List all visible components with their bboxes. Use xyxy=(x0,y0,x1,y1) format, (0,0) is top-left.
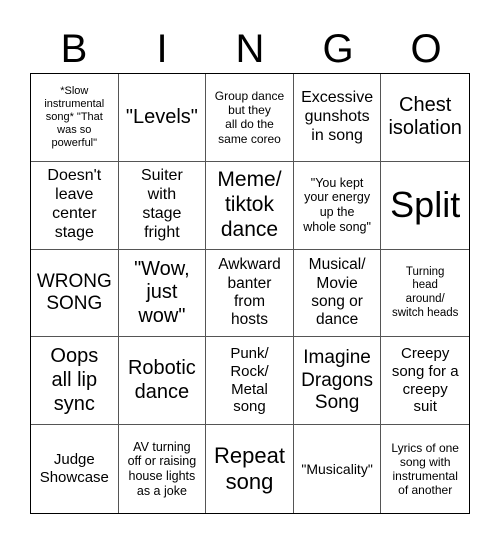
bingo-cell[interactable]: Judge Showcase xyxy=(31,425,119,513)
bingo-grid: *Slow instrumental song* "That was so po… xyxy=(30,73,470,514)
bingo-cell[interactable]: "You kept your energy up the whole song" xyxy=(293,161,382,250)
bingo-cell[interactable]: Awkward banter from hosts xyxy=(206,249,294,338)
bingo-cell[interactable]: Lyrics of one song with instrumental of … xyxy=(381,425,469,513)
header-letter-g: G xyxy=(322,27,354,71)
header-letter-n: N xyxy=(235,27,265,71)
bingo-cell[interactable]: "Levels" xyxy=(118,74,207,162)
bingo-cell[interactable]: "Wow, just wow" xyxy=(118,249,207,338)
bingo-cell[interactable]: Split xyxy=(381,162,469,250)
bingo-cell[interactable]: AV turning off or raising house lights a… xyxy=(119,425,207,513)
bingo-cell[interactable]: Chest isolation xyxy=(381,74,469,162)
header-letter-i: I xyxy=(156,27,168,71)
bingo-cell[interactable]: Group dance but they all do the same cor… xyxy=(206,74,294,162)
bingo-cell[interactable]: Turning head around/ switch heads xyxy=(381,250,469,338)
bingo-cell[interactable]: Oops all lip sync xyxy=(31,337,119,426)
bingo-cell[interactable]: *Slow instrumental song* "That was so po… xyxy=(31,74,119,162)
bingo-cell[interactable]: Meme/ tiktok dance xyxy=(206,161,294,250)
bingo-cell[interactable]: Robotic dance xyxy=(118,337,207,426)
bingo-cell[interactable]: WRONG SONG xyxy=(31,249,119,338)
bingo-cell[interactable]: Repeat song xyxy=(206,425,294,513)
bingo-header: B I N G O xyxy=(30,26,470,72)
bingo-cell[interactable]: Imagine Dragons Song xyxy=(293,337,382,426)
bingo-cell[interactable]: Musical/ Movie song or dance xyxy=(293,249,382,338)
header-letter-o: O xyxy=(410,27,442,71)
bingo-cell[interactable]: Punk/ Rock/ Metal song xyxy=(206,337,294,426)
header-letter-b: B xyxy=(60,27,88,71)
bingo-cell[interactable]: Excessive gunshots in song xyxy=(293,74,382,162)
bingo-cell[interactable]: Doesn't leave center stage xyxy=(31,161,119,250)
bingo-cell[interactable]: "Musicality" xyxy=(294,425,382,513)
bingo-cell[interactable]: Suiter with stage fright xyxy=(118,161,207,250)
bingo-cell[interactable]: Creepy song for a creepy suit xyxy=(381,337,469,426)
